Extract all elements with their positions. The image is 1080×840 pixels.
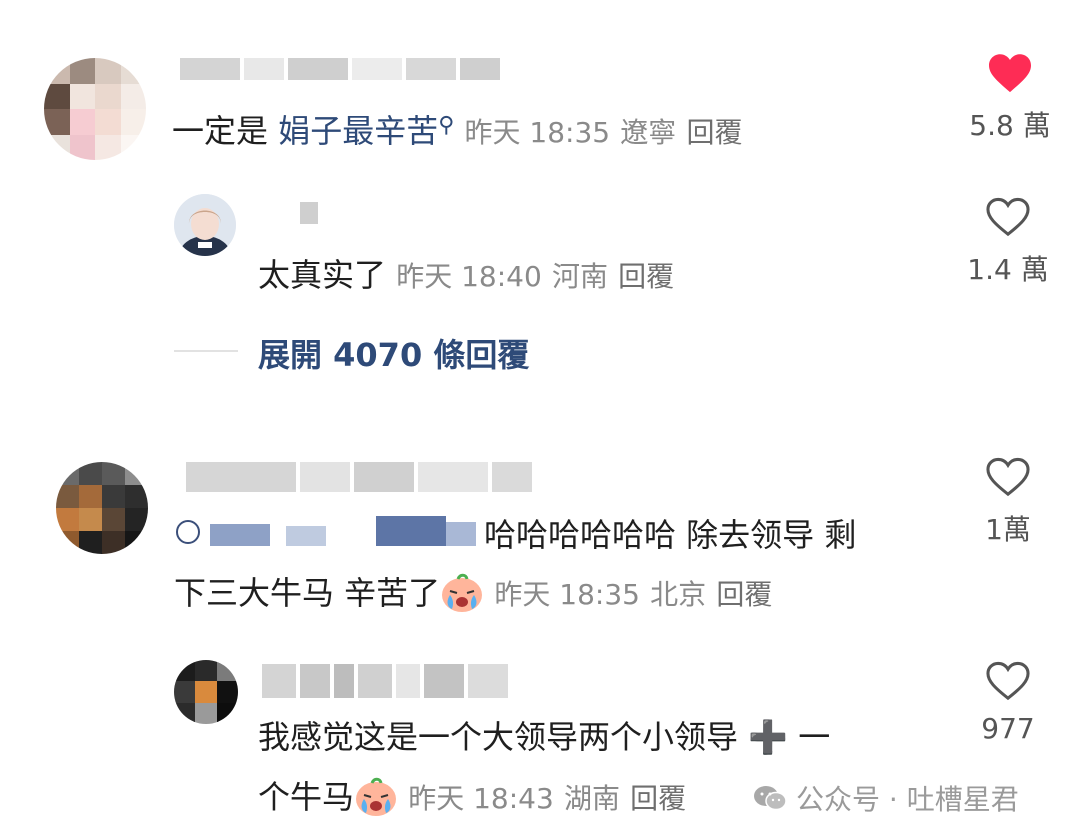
avatar[interactable] — [44, 58, 146, 160]
reply-button[interactable]: 回覆 — [716, 578, 772, 611]
comment-text: 下三大牛马 辛苦了 昨天 18:35 北京 回覆 — [174, 573, 773, 612]
like-count: 1萬 — [985, 513, 1031, 546]
username-blurred[interactable] — [186, 462, 566, 492]
comment-time: 昨天 18:35 — [464, 116, 611, 149]
username-blurred[interactable] — [180, 58, 560, 80]
comment-text: 我感觉这是一个大领导两个小领导 ➕ 一 — [258, 718, 831, 756]
hashtag-link[interactable]: 娟子最辛苦 — [278, 112, 438, 150]
comment-location: 湖南 — [563, 782, 620, 815]
like-count: 5.8 萬 — [969, 109, 1051, 142]
comment-location: 河南 — [551, 260, 608, 293]
like-button[interactable]: 1.4 萬 — [958, 196, 1058, 288]
like-button[interactable]: 5.8 萬 — [960, 52, 1060, 144]
reply-button[interactable]: 回覆 — [618, 260, 674, 293]
divider — [174, 350, 238, 352]
heart-filled-icon — [989, 54, 1031, 93]
avatar[interactable] — [56, 462, 148, 554]
like-count: 977 — [981, 712, 1035, 745]
heart-outline-icon — [986, 661, 1030, 701]
comment-time: 昨天 18:40 — [396, 260, 542, 293]
comment-time: 昨天 18:43 — [408, 782, 554, 815]
comment-text: 太真实了 昨天 18:40 河南 回覆 — [258, 256, 675, 294]
comment-text: 个牛马 昨天 18:43 湖南 回覆 — [258, 777, 687, 816]
like-button[interactable]: 977 — [958, 660, 1058, 745]
username-blurred[interactable] — [300, 202, 340, 224]
search-icon: ⚲ — [438, 113, 455, 138]
expand-replies-button[interactable]: 展開 4070 條回覆 — [258, 330, 529, 376]
watermark: 公众号 · 吐槽星君 — [752, 778, 1019, 818]
avatar-image — [174, 194, 236, 256]
like-button[interactable]: 1萬 — [958, 456, 1058, 548]
avatar[interactable] — [174, 194, 236, 256]
mention-blurred[interactable] — [176, 516, 476, 548]
wechat-icon — [754, 786, 787, 811]
username-blurred[interactable] — [262, 664, 562, 698]
comment-text: 哈哈哈哈哈哈 除去领导 剩 — [484, 516, 857, 554]
crying-face-icon — [356, 777, 397, 816]
avatar[interactable] — [174, 660, 238, 724]
comment-location: 遼寧 — [620, 116, 677, 149]
comment-text: 一定是 娟子最辛苦⚲ 昨天 18:35 遼寧 回覆 — [172, 112, 743, 150]
heart-outline-icon — [986, 457, 1030, 497]
heart-outline-icon — [986, 197, 1030, 237]
crying-face-icon — [442, 573, 483, 612]
reply-button[interactable]: 回覆 — [686, 116, 742, 149]
comment-time: 昨天 18:35 — [494, 578, 640, 611]
like-count: 1.4 萬 — [967, 253, 1049, 286]
reply-button[interactable]: 回覆 — [630, 782, 686, 815]
comment-location: 北京 — [650, 578, 707, 611]
